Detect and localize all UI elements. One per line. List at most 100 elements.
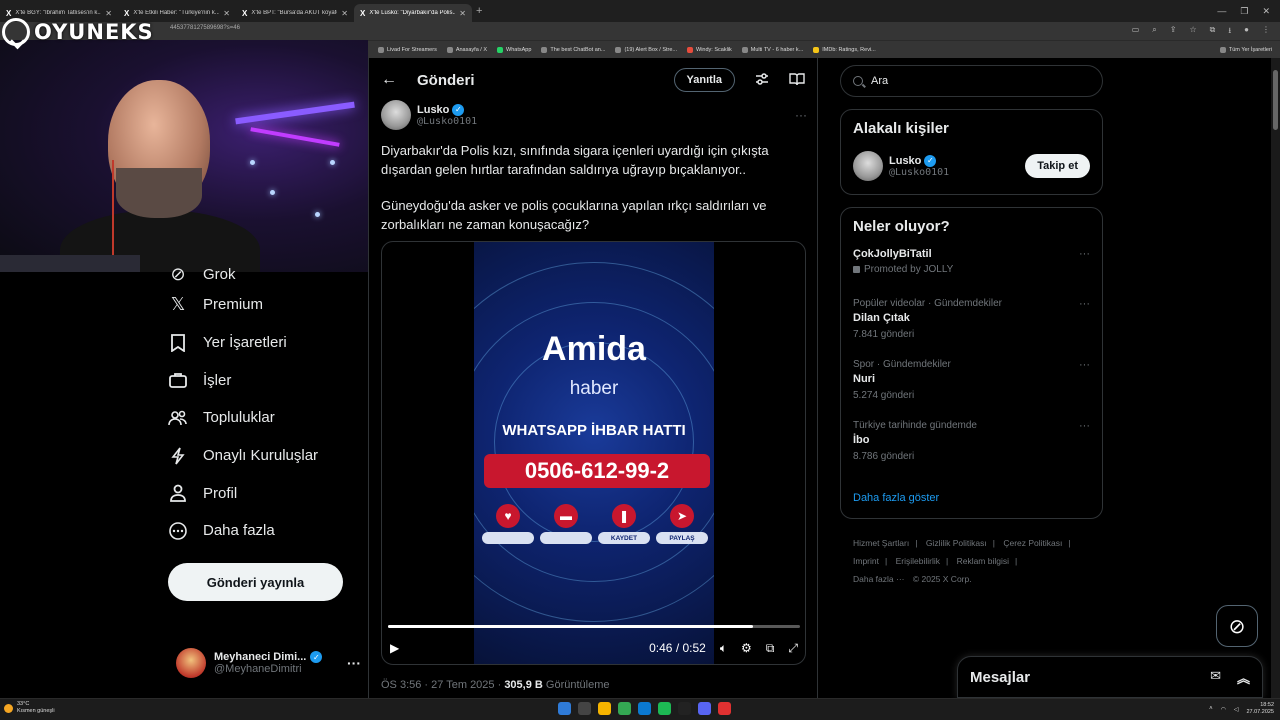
windows-start-icon[interactable] (558, 702, 571, 715)
bookmark-item[interactable]: IMDb: Ratings, Revi... (813, 46, 876, 53)
close-window-icon[interactable]: ✕ (1262, 6, 1270, 17)
footer-link[interactable]: Çerez Politikası (1003, 538, 1062, 548)
app-icon[interactable] (678, 702, 691, 715)
fullscreen-icon[interactable]: ⤢ (788, 641, 798, 656)
footer-link[interactable]: Imprint (853, 556, 879, 566)
volume-icon[interactable]: 🔈︎ (720, 641, 727, 656)
account-switcher[interactable]: Meyhaneci Dimi... ✓ @MeyhaneDimitri ··· (176, 645, 361, 681)
star-icon[interactable]: ☆ (1189, 25, 1196, 39)
more-options-icon[interactable]: ··· (1079, 298, 1090, 310)
nav-item-more[interactable]: Daha fazla (168, 512, 368, 550)
scrollbar-thumb[interactable] (1273, 70, 1278, 130)
search-input[interactable]: Ara (840, 65, 1103, 97)
browser-tab[interactable]: X X'te BPT: "Bursa'da AKUT koyafe... ✕ (236, 4, 354, 22)
bookmark-item[interactable]: (19) Alert Box / Stre... (615, 46, 677, 53)
zoom-icon[interactable]: ⌕ (1152, 25, 1156, 39)
bookmark-item[interactable]: Multi TV - 6 haber k... (741, 46, 803, 53)
avatar[interactable] (853, 151, 883, 181)
bookmark-item[interactable]: Livad For Streamers (378, 46, 437, 53)
bookmark-item[interactable]: The best ChatBot an... (541, 46, 605, 53)
chevron-up-icon[interactable]: ˄ (1209, 706, 1213, 712)
download-icon[interactable]: ⭳ (1228, 25, 1231, 39)
file-explorer-icon[interactable] (598, 702, 611, 715)
trend-item-promoted[interactable]: ÇokJollyBiTatil Promoted by JOLLY ··· (841, 248, 1102, 298)
cast-icon[interactable]: ▭ (1132, 25, 1140, 39)
bookmarks-folder[interactable]: Tüm Yer İşaretleri (1219, 46, 1280, 53)
bookmark-item[interactable]: WhatsApp (497, 46, 531, 53)
grok-fab-button[interactable]: ⊘ (1216, 605, 1258, 647)
trend-item[interactable]: Spor · Gündemdekiler Nuri 5.274 gönderi … (841, 359, 1102, 420)
footer-link[interactable]: Gizlilik Politikası (926, 538, 987, 548)
close-icon[interactable]: ✕ (341, 9, 348, 18)
chrome-icon[interactable] (618, 702, 631, 715)
browser-tab-active[interactable]: X X'te Lusko: "Diyarbakır'da Polis... ✕ (354, 4, 472, 22)
oyuneks-logo-icon (2, 18, 30, 46)
related-person[interactable]: Lusko ✓ @Lusko0101 Takip et (841, 151, 1102, 181)
page-scrollbar[interactable] (1271, 58, 1280, 698)
trend-item[interactable]: Popüler videolar · Gündemdekiler Dilan Ç… (841, 298, 1102, 359)
back-arrow-icon[interactable]: ← (381, 71, 397, 89)
author-handle[interactable]: @Lusko0101 (417, 116, 477, 127)
more-options-icon[interactable]: ··· (1079, 248, 1090, 260)
comment-icon: ▬ (554, 504, 578, 528)
related-name[interactable]: Lusko (889, 155, 921, 167)
nav-item-communities[interactable]: Topluluklar (168, 399, 368, 437)
app-icon[interactable] (718, 702, 731, 715)
footer-more[interactable]: Daha fazla ··· (853, 574, 905, 584)
more-options-icon[interactable]: ··· (1079, 420, 1090, 432)
footer-link[interactable]: Reklam bilgisi (957, 556, 1009, 566)
nav-item-profile[interactable]: Profil (168, 474, 368, 512)
bookmark-item[interactable]: Windy: Scaklik (687, 46, 732, 53)
play-icon[interactable]: ▶ (390, 641, 399, 655)
trend-item[interactable]: Türkiye tarihinde gündemde İbo 8.786 gön… (841, 420, 1102, 481)
minimize-icon[interactable]: — (1217, 6, 1226, 17)
nav-item-bookmarks[interactable]: Yer İşaretleri (168, 324, 368, 362)
sidebar-footer: Hizmet Şartları | Gizlilik Politikası | Çe… (853, 538, 1071, 584)
url-field[interactable]: 4453778127589698?s=46 (170, 25, 240, 31)
new-tab-button[interactable]: + (476, 5, 482, 17)
discord-icon[interactable] (698, 702, 711, 715)
new-message-icon[interactable]: ✉︎ (1210, 668, 1221, 687)
settings-icon[interactable]: ⚙︎ (741, 641, 752, 655)
verified-badge-icon: ✓ (452, 103, 465, 116)
volume-icon[interactable]: ◁ (1234, 706, 1239, 713)
messages-drawer[interactable]: Mesajlar ✉︎ ︽ (957, 656, 1263, 698)
extensions-icon[interactable]: ⧉ (1210, 25, 1216, 39)
reader-icon[interactable] (789, 72, 805, 89)
follow-button[interactable]: Takip et (1025, 154, 1090, 178)
nav-item-grok[interactable]: ⊘ Grok (168, 262, 368, 286)
close-icon[interactable]: ✕ (105, 9, 112, 18)
post-button[interactable]: Gönderi yayınla (168, 563, 343, 601)
clock[interactable]: 18:52 27.07.2025 (1246, 702, 1274, 716)
nav-item-premium[interactable]: 𝕏 Premium (168, 286, 368, 324)
video-player[interactable]: Amida haber WHATSAPP İHBAR HATTI 0506-61… (381, 241, 806, 665)
close-icon[interactable]: ✕ (223, 9, 230, 18)
nav-item-verified-orgs[interactable]: Onaylı Kuruluşlar (168, 437, 368, 475)
sliders-icon[interactable] (755, 72, 769, 89)
footer-link[interactable]: Erişilebilirlik (896, 556, 940, 566)
more-options-icon[interactable]: ··· (1079, 359, 1090, 371)
app-icon[interactable] (638, 702, 651, 715)
profile-icon[interactable]: ● (1244, 25, 1249, 39)
chevron-up-icon[interactable]: ︽ (1237, 668, 1250, 687)
wifi-icon[interactable]: ◠ (1221, 706, 1226, 713)
footer-link[interactable]: Hizmet Şartları (853, 538, 909, 548)
video-progress-bar[interactable] (388, 625, 800, 628)
weather-widget[interactable]: 33°C Kısmen güneşli (4, 701, 55, 715)
nav-item-jobs[interactable]: İşler (168, 361, 368, 399)
menu-icon[interactable]: ⋮ (1262, 25, 1270, 39)
maximize-icon[interactable]: ❐ (1240, 6, 1248, 17)
pip-icon[interactable]: ⧉ (766, 641, 775, 656)
spotify-icon[interactable] (658, 702, 671, 715)
more-options-icon[interactable]: ··· (795, 108, 807, 122)
author-name[interactable]: Lusko (417, 104, 449, 116)
bookmark-item[interactable]: Anasayfa / X (446, 46, 487, 53)
avatar[interactable] (381, 100, 411, 130)
show-more-link[interactable]: Daha fazla göster (853, 492, 939, 504)
reply-button[interactable]: Yanıtla (673, 68, 735, 92)
more-options-icon[interactable]: ··· (347, 655, 361, 671)
share-icon[interactable]: ⇪ (1170, 25, 1177, 39)
tweet-timestamp[interactable]: ÖS 3:56 · 27 Tem 2025 · (381, 679, 504, 691)
close-icon[interactable]: ✕ (459, 9, 466, 18)
search-icon[interactable] (578, 702, 591, 715)
